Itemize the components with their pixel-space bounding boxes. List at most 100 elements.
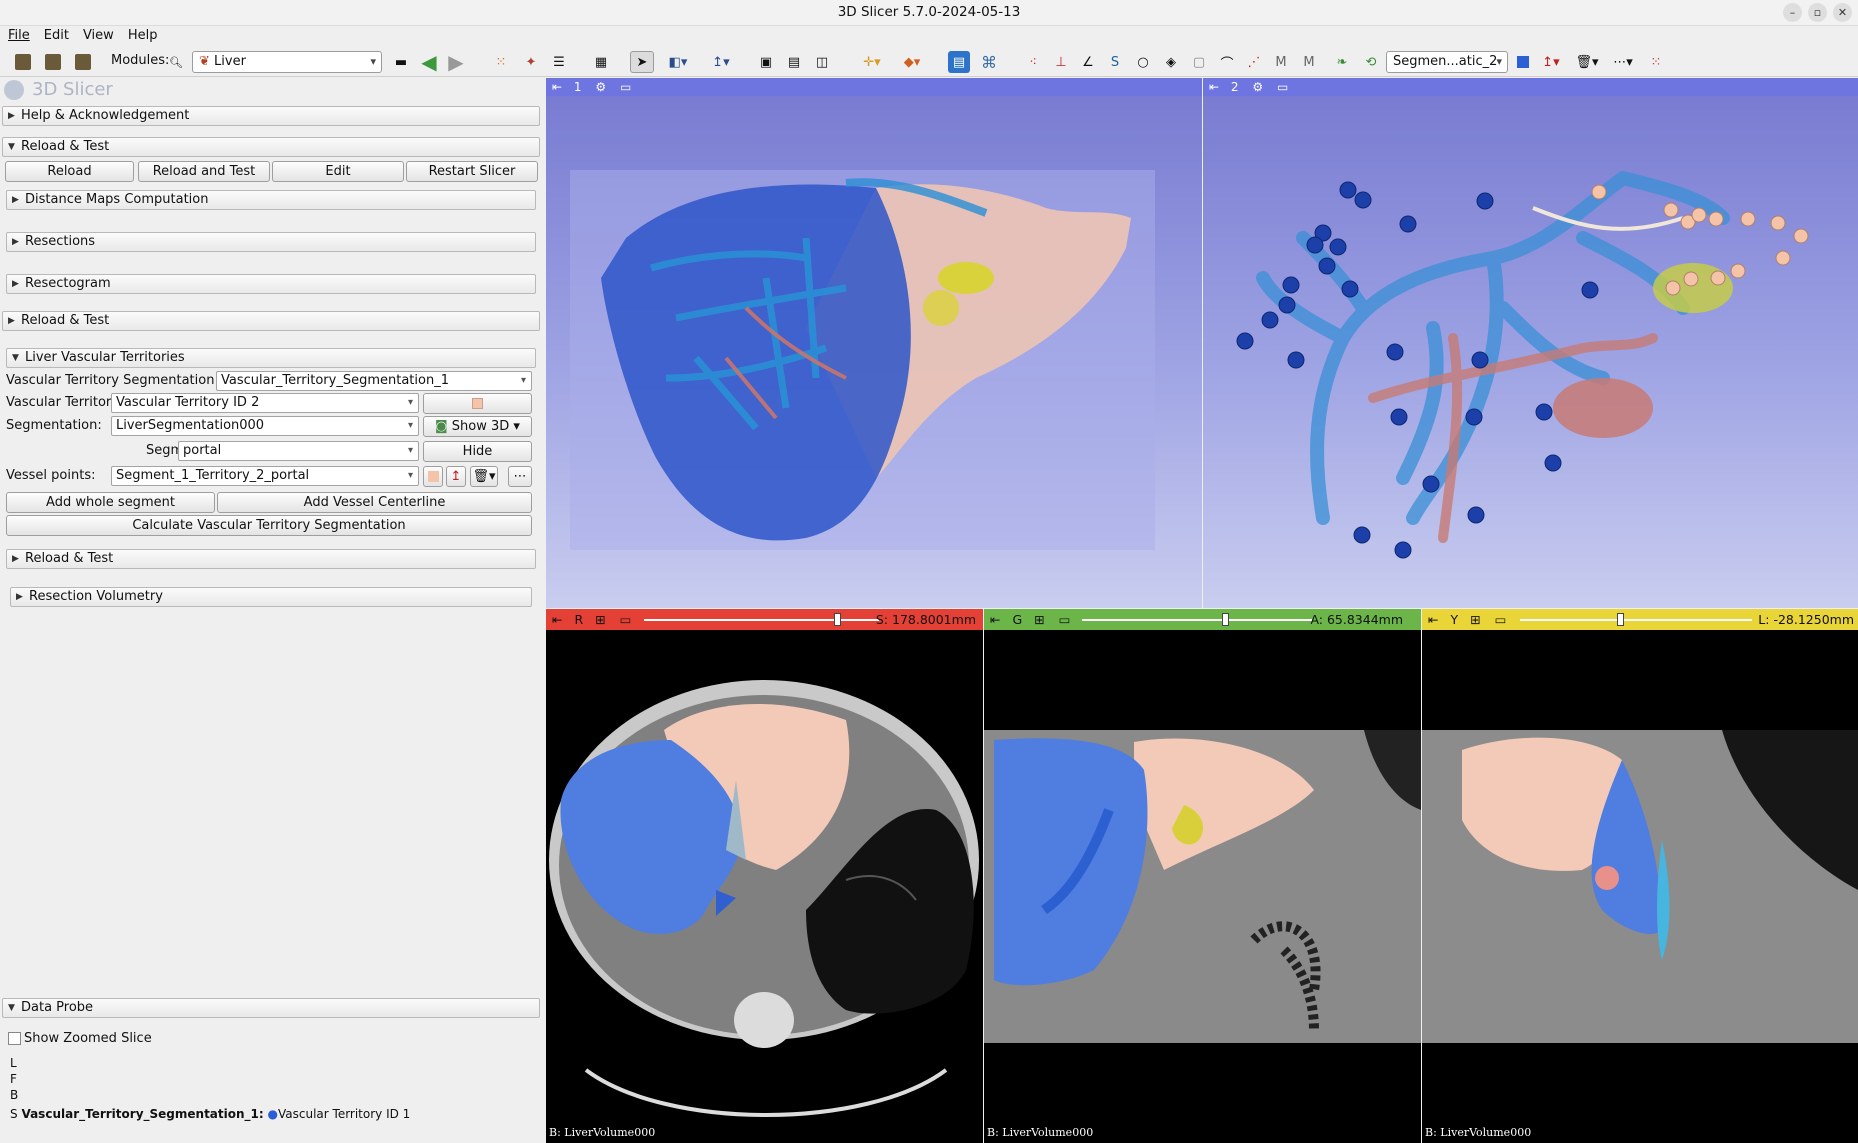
add-vessel-centerline-button[interactable]: Add Vessel Centerline <box>217 492 532 513</box>
vascular-territory-select[interactable]: Vascular Territory ID 2 <box>111 393 419 413</box>
close-icon[interactable]: ✕ <box>1833 3 1852 22</box>
load-data-icon[interactable] <box>12 51 34 73</box>
red-slice-slider[interactable] <box>644 619 879 621</box>
calculate-vascular-territory-button[interactable]: Calculate Vascular Territory Segmentatio… <box>6 515 532 536</box>
vascular-territory-segmentation-select[interactable]: Vascular_Territory_Segmentation_1 <box>216 371 532 391</box>
yellow-slice-view[interactable]: B: LiverVolume000 <box>1422 630 1858 1143</box>
maximize-icon[interactable]: ▫ <box>1808 3 1827 22</box>
ruler-icon[interactable]: ⋰ <box>1243 51 1265 73</box>
layout-icon[interactable]: ▦ <box>590 51 612 73</box>
closed-curve-icon[interactable]: ○ <box>1132 51 1154 73</box>
link-icon[interactable]: ⊞ <box>595 612 605 627</box>
show-3d-button[interactable]: ◙ Show 3D ▾ <box>423 416 532 437</box>
red-background-label: B: LiverVolume000 <box>549 1126 656 1139</box>
add-point-icon[interactable]: ↥▾ <box>1536 51 1566 73</box>
pin-icon[interactable]: ⇤ <box>990 612 1000 627</box>
forward-arrow-icon[interactable]: ▶ <box>445 50 467 74</box>
menu-view[interactable]: View <box>83 26 114 46</box>
point-list-icon[interactable]: ⁖ <box>1022 51 1044 73</box>
vessel-points-select[interactable]: Segment_1_Territory_2_portal <box>111 466 419 486</box>
green-slice-handle[interactable] <box>1221 613 1229 626</box>
extension-icon[interactable]: ⁙ <box>490 51 512 73</box>
link-icon[interactable]: ⊞ <box>1470 612 1480 627</box>
hide-button[interactable]: Hide <box>423 441 532 462</box>
curve-icon[interactable]: S <box>1104 51 1126 73</box>
section-reload-test[interactable]: ▼ Reload & Test <box>2 137 540 157</box>
yellow-slice-offset: L: -28.1250mm <box>1758 612 1854 627</box>
red-slice-view[interactable]: B: LiverVolume000 <box>546 630 983 1143</box>
delete-points-icon[interactable]: 🗑︎▾ <box>470 466 498 487</box>
section-liver-vascular-territories[interactable]: ▼ Liver Vascular Territories <box>6 348 536 368</box>
link-icon[interactable]: ⊞ <box>1034 612 1044 627</box>
more-points-icon[interactable]: ⋯ <box>508 466 532 487</box>
reload-button[interactable]: Reload <box>5 161 134 182</box>
green-slice-view[interactable]: B: LiverVolume000 <box>984 630 1421 1143</box>
yellow-slice-handle[interactable] <box>1616 613 1624 626</box>
save-icon[interactable] <box>72 51 94 73</box>
section-resectogram[interactable]: ▶ Resectogram <box>6 274 536 294</box>
crosshair-icon[interactable]: ✛▾ <box>856 51 888 73</box>
segmentation-select[interactable]: LiverSegmentation000 <box>111 416 419 436</box>
crosshair-mode-icon[interactable]: ↥▾ <box>705 51 737 73</box>
pointer-icon[interactable]: ➤ <box>630 51 654 73</box>
maximize-view-icon[interactable]: ▭ <box>1059 612 1071 627</box>
yellow-slice-slider[interactable] <box>1520 619 1752 621</box>
section-data-probe[interactable]: ▼ Data Probe <box>2 998 540 1018</box>
markup-m2-icon[interactable]: M <box>1298 51 1320 73</box>
screenshot-icon[interactable]: ▣ <box>755 51 777 73</box>
segmentation-combo[interactable]: Segmen...atic_2 <box>1386 51 1508 73</box>
show-zoomed-checkbox[interactable] <box>8 1032 21 1045</box>
restart-slicer-button[interactable]: Restart Slicer <box>406 161 538 182</box>
maximize-view-icon[interactable]: ▭ <box>620 612 632 627</box>
segment-select[interactable]: portal <box>178 441 419 461</box>
roi-icon[interactable]: ▢ <box>1188 51 1210 73</box>
liver-icon[interactable]: ❧ <box>1331 51 1353 73</box>
section-resections[interactable]: ▶ Resections <box>6 232 536 252</box>
data-icon[interactable]: ☰ <box>548 51 570 73</box>
minimize-icon[interactable]: – <box>1783 3 1802 22</box>
edit-button[interactable]: Edit <box>272 161 404 182</box>
pin-icon[interactable]: ⇤ <box>552 612 562 627</box>
color-swatch-icon[interactable] <box>1514 51 1532 73</box>
module-history-icon[interactable]: ▬ <box>390 51 412 73</box>
more-options-icon[interactable]: ⋯▾ <box>1608 51 1638 73</box>
section-distance-maps[interactable]: ▶ Distance Maps Computation <box>6 190 536 210</box>
red-slice-handle[interactable] <box>833 613 841 626</box>
plane-icon[interactable]: ◈ <box>1160 51 1182 73</box>
markups-place-icon[interactable]: ◆▾ <box>894 51 930 73</box>
disabled-tool-icon[interactable]: ⁙ <box>1645 51 1667 73</box>
scene-view-icon[interactable]: ▤ <box>783 51 805 73</box>
window-level-icon[interactable]: ◧▾ <box>662 51 694 73</box>
scene-restore-icon[interactable]: ◫ <box>811 51 833 73</box>
module-search-icon[interactable]: 🔍︎ <box>168 51 184 73</box>
back-arrow-icon[interactable]: ◀ <box>418 50 440 74</box>
add-whole-segment-button[interactable]: Add whole segment <box>6 492 215 513</box>
segment-editor-icon[interactable]: ✦ <box>520 51 542 73</box>
path-icon[interactable]: ⌒ <box>1216 51 1238 73</box>
delete-icon[interactable]: 🗑︎▾ <box>1572 51 1602 73</box>
maximize-view-icon[interactable]: ▭ <box>1495 612 1507 627</box>
centerline-icon[interactable]: ⟲ <box>1360 51 1382 73</box>
vessel-points-color-button[interactable] <box>423 466 443 487</box>
section-resection-volumetry[interactable]: ▶ Resection Volumetry <box>10 587 532 607</box>
python-console-icon[interactable]: ⌘ <box>977 51 1001 73</box>
menu-file[interactable]: File <box>8 26 30 46</box>
line-icon[interactable]: ⊥ <box>1050 51 1072 73</box>
green-slice-slider[interactable] <box>1082 619 1312 621</box>
angle-icon[interactable]: ∠ <box>1077 51 1099 73</box>
vascular-territory-color-button[interactable] <box>423 393 532 414</box>
menu-edit[interactable]: Edit <box>44 26 69 46</box>
reload-and-test-button[interactable]: Reload and Test <box>138 161 270 182</box>
dicom-icon[interactable] <box>42 51 64 73</box>
3d-view-2[interactable]: ⇤ 2 ⚙ ▭ <box>1203 78 1858 608</box>
section-reload-test-3[interactable]: ▶ Reload & Test <box>6 549 536 569</box>
section-help[interactable]: ▶ Help & Acknowledgement <box>2 106 540 126</box>
place-point-icon[interactable]: ↥ <box>446 466 466 487</box>
module-selector[interactable]: ❦ Liver <box>192 51 382 73</box>
pin-icon[interactable]: ⇤ <box>1428 612 1438 627</box>
extension-manager-icon[interactable]: ▤ <box>948 51 970 73</box>
markup-m1-icon[interactable]: M <box>1270 51 1292 73</box>
menu-help[interactable]: Help <box>128 26 158 46</box>
section-reload-test-2[interactable]: ▶ Reload & Test <box>2 311 540 331</box>
3d-view-1[interactable]: ⇤ 1 ⚙ ▭ <box>546 78 1202 608</box>
